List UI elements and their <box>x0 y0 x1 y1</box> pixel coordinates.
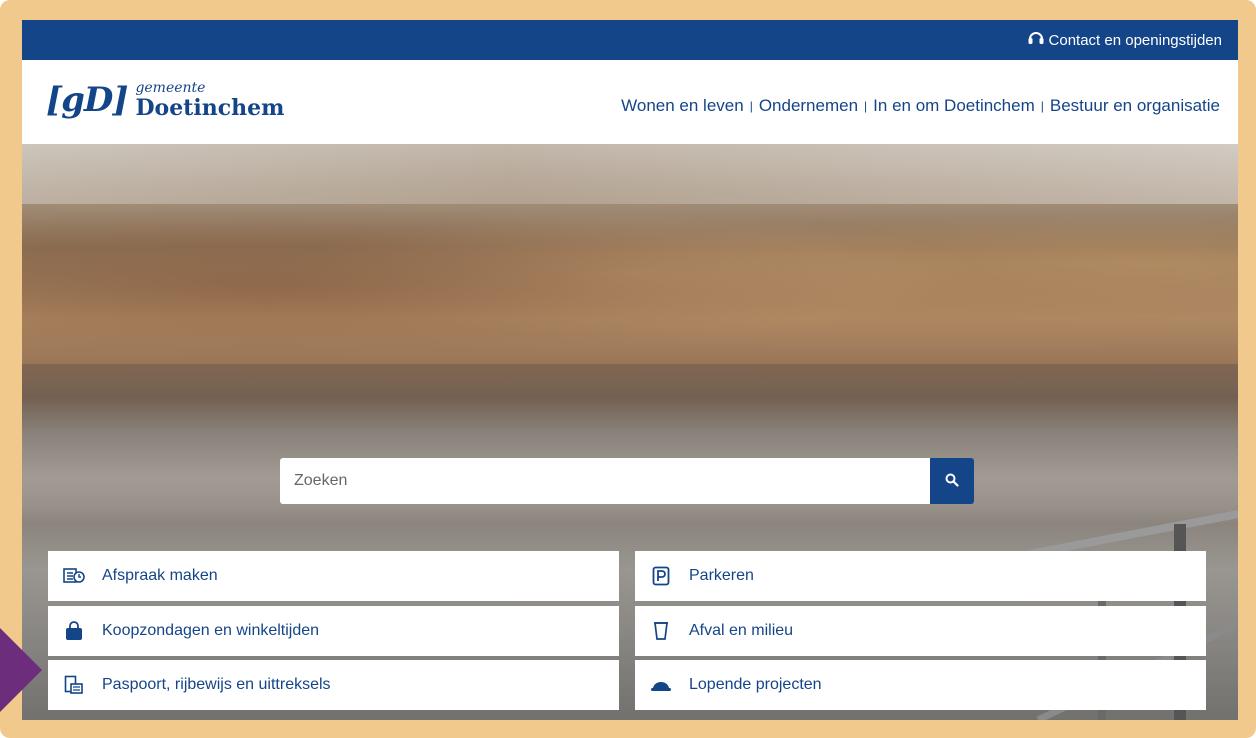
calendar-clock-icon <box>62 564 86 588</box>
main-navigation: Wonen en leven | Ondernemen | In en om D… <box>621 96 1220 116</box>
quick-link-koopzondagen[interactable]: Koopzondagen en winkeltijden <box>48 605 619 656</box>
logo-big-text: Doetinchem <box>135 95 285 121</box>
quick-link-afspraak[interactable]: Afspraak maken <box>48 551 619 601</box>
shopping-bag-icon <box>62 619 86 643</box>
logo-text: gemeente Doetinchem <box>135 81 284 119</box>
quick-links: Afspraak maken Parkeren Koopzondagen en … <box>48 551 1206 711</box>
nav-item-wonen[interactable]: Wonen en leven <box>621 96 744 116</box>
hard-hat-icon <box>649 673 673 697</box>
site-header: [gD] gemeente Doetinchem Wonen en leven … <box>22 60 1238 144</box>
parking-icon <box>649 564 673 588</box>
quick-link-afval[interactable]: Afval en milieu <box>635 605 1206 656</box>
nav-separator: | <box>1040 99 1044 113</box>
quick-link-label: Paspoort, rijbewijs en uittreksels <box>102 676 331 694</box>
municipality-logo[interactable]: [gD] gemeente Doetinchem <box>46 80 284 120</box>
contact-label: Contact en openingstijden <box>1048 31 1222 49</box>
quick-link-label: Afval en milieu <box>689 621 794 639</box>
search-form <box>280 458 974 504</box>
logo-mark: [gD] <box>46 80 128 120</box>
contact-link[interactable]: Contact en openingstijden <box>1027 30 1222 50</box>
quick-link-projecten[interactable]: Lopende projecten <box>635 660 1206 711</box>
nav-item-ondernemen[interactable]: Ondernemen <box>759 96 858 116</box>
headset-icon <box>1027 30 1045 50</box>
quick-link-label: Lopende projecten <box>689 676 822 694</box>
passport-icon <box>62 673 86 697</box>
nav-item-in-en-om[interactable]: In en om Doetinchem <box>873 96 1035 116</box>
nav-item-bestuur[interactable]: Bestuur en organisatie <box>1050 96 1220 116</box>
nav-separator: | <box>749 99 753 113</box>
search-icon <box>945 473 959 490</box>
quick-link-label: Afspraak maken <box>102 567 218 584</box>
quick-link-paspoort[interactable]: Paspoort, rijbewijs en uittreksels <box>48 660 619 711</box>
website-page: Contact en openingstijden [gD] gemeente … <box>22 20 1238 720</box>
quick-link-label: Parkeren <box>689 567 754 584</box>
pointer-arrow-icon <box>0 628 42 712</box>
search-button[interactable] <box>930 458 974 504</box>
search-input[interactable] <box>280 458 930 504</box>
top-bar: Contact en openingstijden <box>22 20 1238 60</box>
waste-bin-icon <box>649 619 673 643</box>
hero-frosted-bushes <box>22 164 1238 364</box>
logo-small-text: gemeente <box>135 80 206 96</box>
hero-image: Afspraak maken Parkeren <box>22 144 1238 720</box>
quick-link-parkeren[interactable]: Parkeren <box>635 551 1206 601</box>
quick-link-label: Koopzondagen en winkeltijden <box>102 621 320 639</box>
nav-separator: | <box>864 99 868 113</box>
